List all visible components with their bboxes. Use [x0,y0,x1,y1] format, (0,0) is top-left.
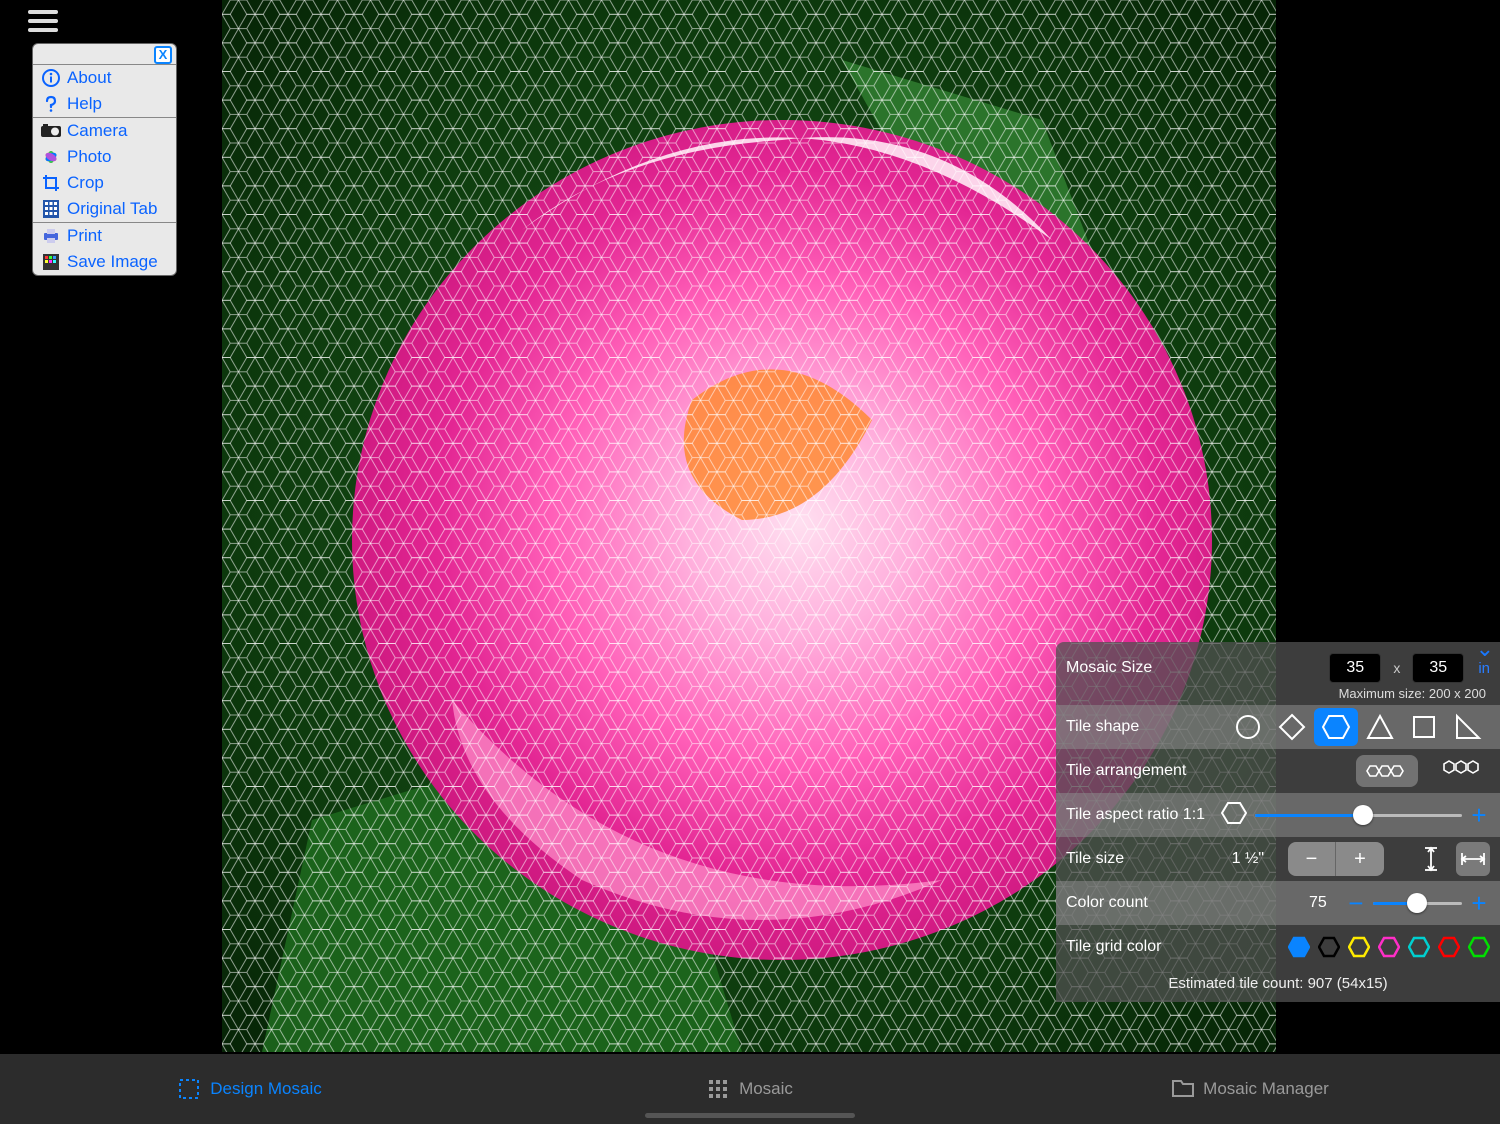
photo-flower-icon [41,147,61,167]
tile-dimension-height-button[interactable] [1414,842,1448,876]
color-count-decrease-button[interactable]: − [1345,893,1367,913]
mosaic-height-input[interactable]: 35 [1412,653,1464,683]
menu-item-label: Camera [67,121,127,141]
menu-item-original-tab[interactable]: Original Tab [33,196,176,222]
camera-icon [41,121,61,141]
menu-item-crop[interactable]: Crop [33,170,176,196]
tile-aspect-ratio-label: Tile aspect ratio 1:1 [1066,806,1205,824]
folder-icon [1171,1078,1193,1100]
tile-size-value: 1 ½" [1232,850,1264,868]
maximum-size-note: Maximum size: 200 x 200 [1056,686,1500,705]
grid-color-option[interactable] [1288,936,1310,958]
grid-color-selector [1288,936,1490,958]
aspect-hexagon-icon [1221,801,1247,830]
tile-size-decrease-button[interactable]: − [1288,842,1336,876]
save-image-icon [41,252,61,272]
menu-item-photo[interactable]: Photo [33,144,176,170]
tile-size-label: Tile size [1066,850,1124,868]
tile-arrangement-selector [1356,755,1490,787]
aspect-ratio-slider[interactable] [1255,805,1462,825]
size-separator: x [1389,660,1404,676]
tile-shape-label: Tile shape [1066,718,1139,736]
hamburger-menu-button[interactable] [28,10,58,32]
menu-item-help[interactable]: Help [33,91,176,117]
tab-label: Mosaic [739,1079,793,1099]
menu-item-label: Print [67,226,102,246]
shape-diamond-button[interactable] [1270,708,1314,746]
bottom-tab-bar: Design Mosaic Mosaic Mosaic Manager [0,1054,1500,1124]
print-icon [41,226,61,246]
mosaic-size-label: Mosaic Size [1066,659,1152,677]
collapse-panel-button[interactable]: ⌄ [1476,636,1494,661]
menu-item-label: Help [67,94,102,114]
grid-color-option[interactable] [1348,936,1370,958]
color-count-slider[interactable] [1373,893,1462,913]
menu-item-save-image[interactable]: Save Image [33,249,176,275]
grid-icon [41,199,61,219]
tile-grid-color-label: Tile grid color [1066,938,1161,956]
grid-color-option[interactable] [1468,936,1490,958]
mosaic-icon [707,1078,729,1100]
grid-color-option[interactable] [1438,936,1460,958]
shape-hexagon-button[interactable] [1314,708,1358,746]
arrangement-horizontal-button[interactable] [1356,755,1418,787]
menu-item-label: About [67,68,111,88]
shape-square-button[interactable] [1402,708,1446,746]
tab-label: Design Mosaic [210,1079,322,1099]
home-indicator [645,1113,855,1118]
menu-item-print[interactable]: Print [33,223,176,249]
mosaic-width-input[interactable]: 35 [1329,653,1381,683]
aspect-ratio-increase-button[interactable]: + [1468,805,1490,825]
design-mosaic-icon [178,1078,200,1100]
grid-color-option[interactable] [1318,936,1340,958]
arrangement-vertical-button[interactable] [1428,755,1490,787]
tab-mosaic[interactable]: Mosaic [500,1078,1000,1100]
menu-close-button[interactable]: X [154,46,172,64]
tab-design-mosaic[interactable]: Design Mosaic [0,1078,500,1100]
tab-label: Mosaic Manager [1203,1079,1329,1099]
menu-titlebar: X [33,44,176,64]
menu-item-label: Save Image [67,252,158,272]
tile-size-increase-button[interactable]: + [1336,842,1384,876]
main-menu: X About Help Camera [32,43,177,276]
color-count-increase-button[interactable]: + [1468,893,1490,913]
shape-right-triangle-button[interactable] [1446,708,1490,746]
tile-shape-selector [1226,708,1490,746]
tab-mosaic-manager[interactable]: Mosaic Manager [1000,1078,1500,1100]
estimated-tile-count: Estimated tile count: 907 (54x15) [1056,969,1500,1002]
help-icon [41,94,61,114]
info-icon [41,68,61,88]
menu-item-label: Crop [67,173,104,193]
color-count-value: 75 [1309,894,1327,912]
tile-size-stepper: − + [1288,842,1384,876]
menu-item-label: Photo [67,147,111,167]
tile-dimension-width-button[interactable] [1456,842,1490,876]
shape-circle-button[interactable] [1226,708,1270,746]
crop-icon [41,173,61,193]
shape-triangle-button[interactable] [1358,708,1402,746]
menu-item-about[interactable]: About [33,65,176,91]
grid-color-option[interactable] [1408,936,1430,958]
menu-item-label: Original Tab [67,199,157,219]
color-count-label: Color count [1066,894,1148,912]
grid-color-option[interactable] [1378,936,1400,958]
mosaic-settings-panel: ⌄ Mosaic Size 35 x 35 in Maximum size: 2… [1056,642,1500,1002]
menu-item-camera[interactable]: Camera [33,118,176,144]
unit-toggle[interactable]: in [1478,660,1490,677]
tile-arrangement-label: Tile arrangement [1066,762,1186,780]
